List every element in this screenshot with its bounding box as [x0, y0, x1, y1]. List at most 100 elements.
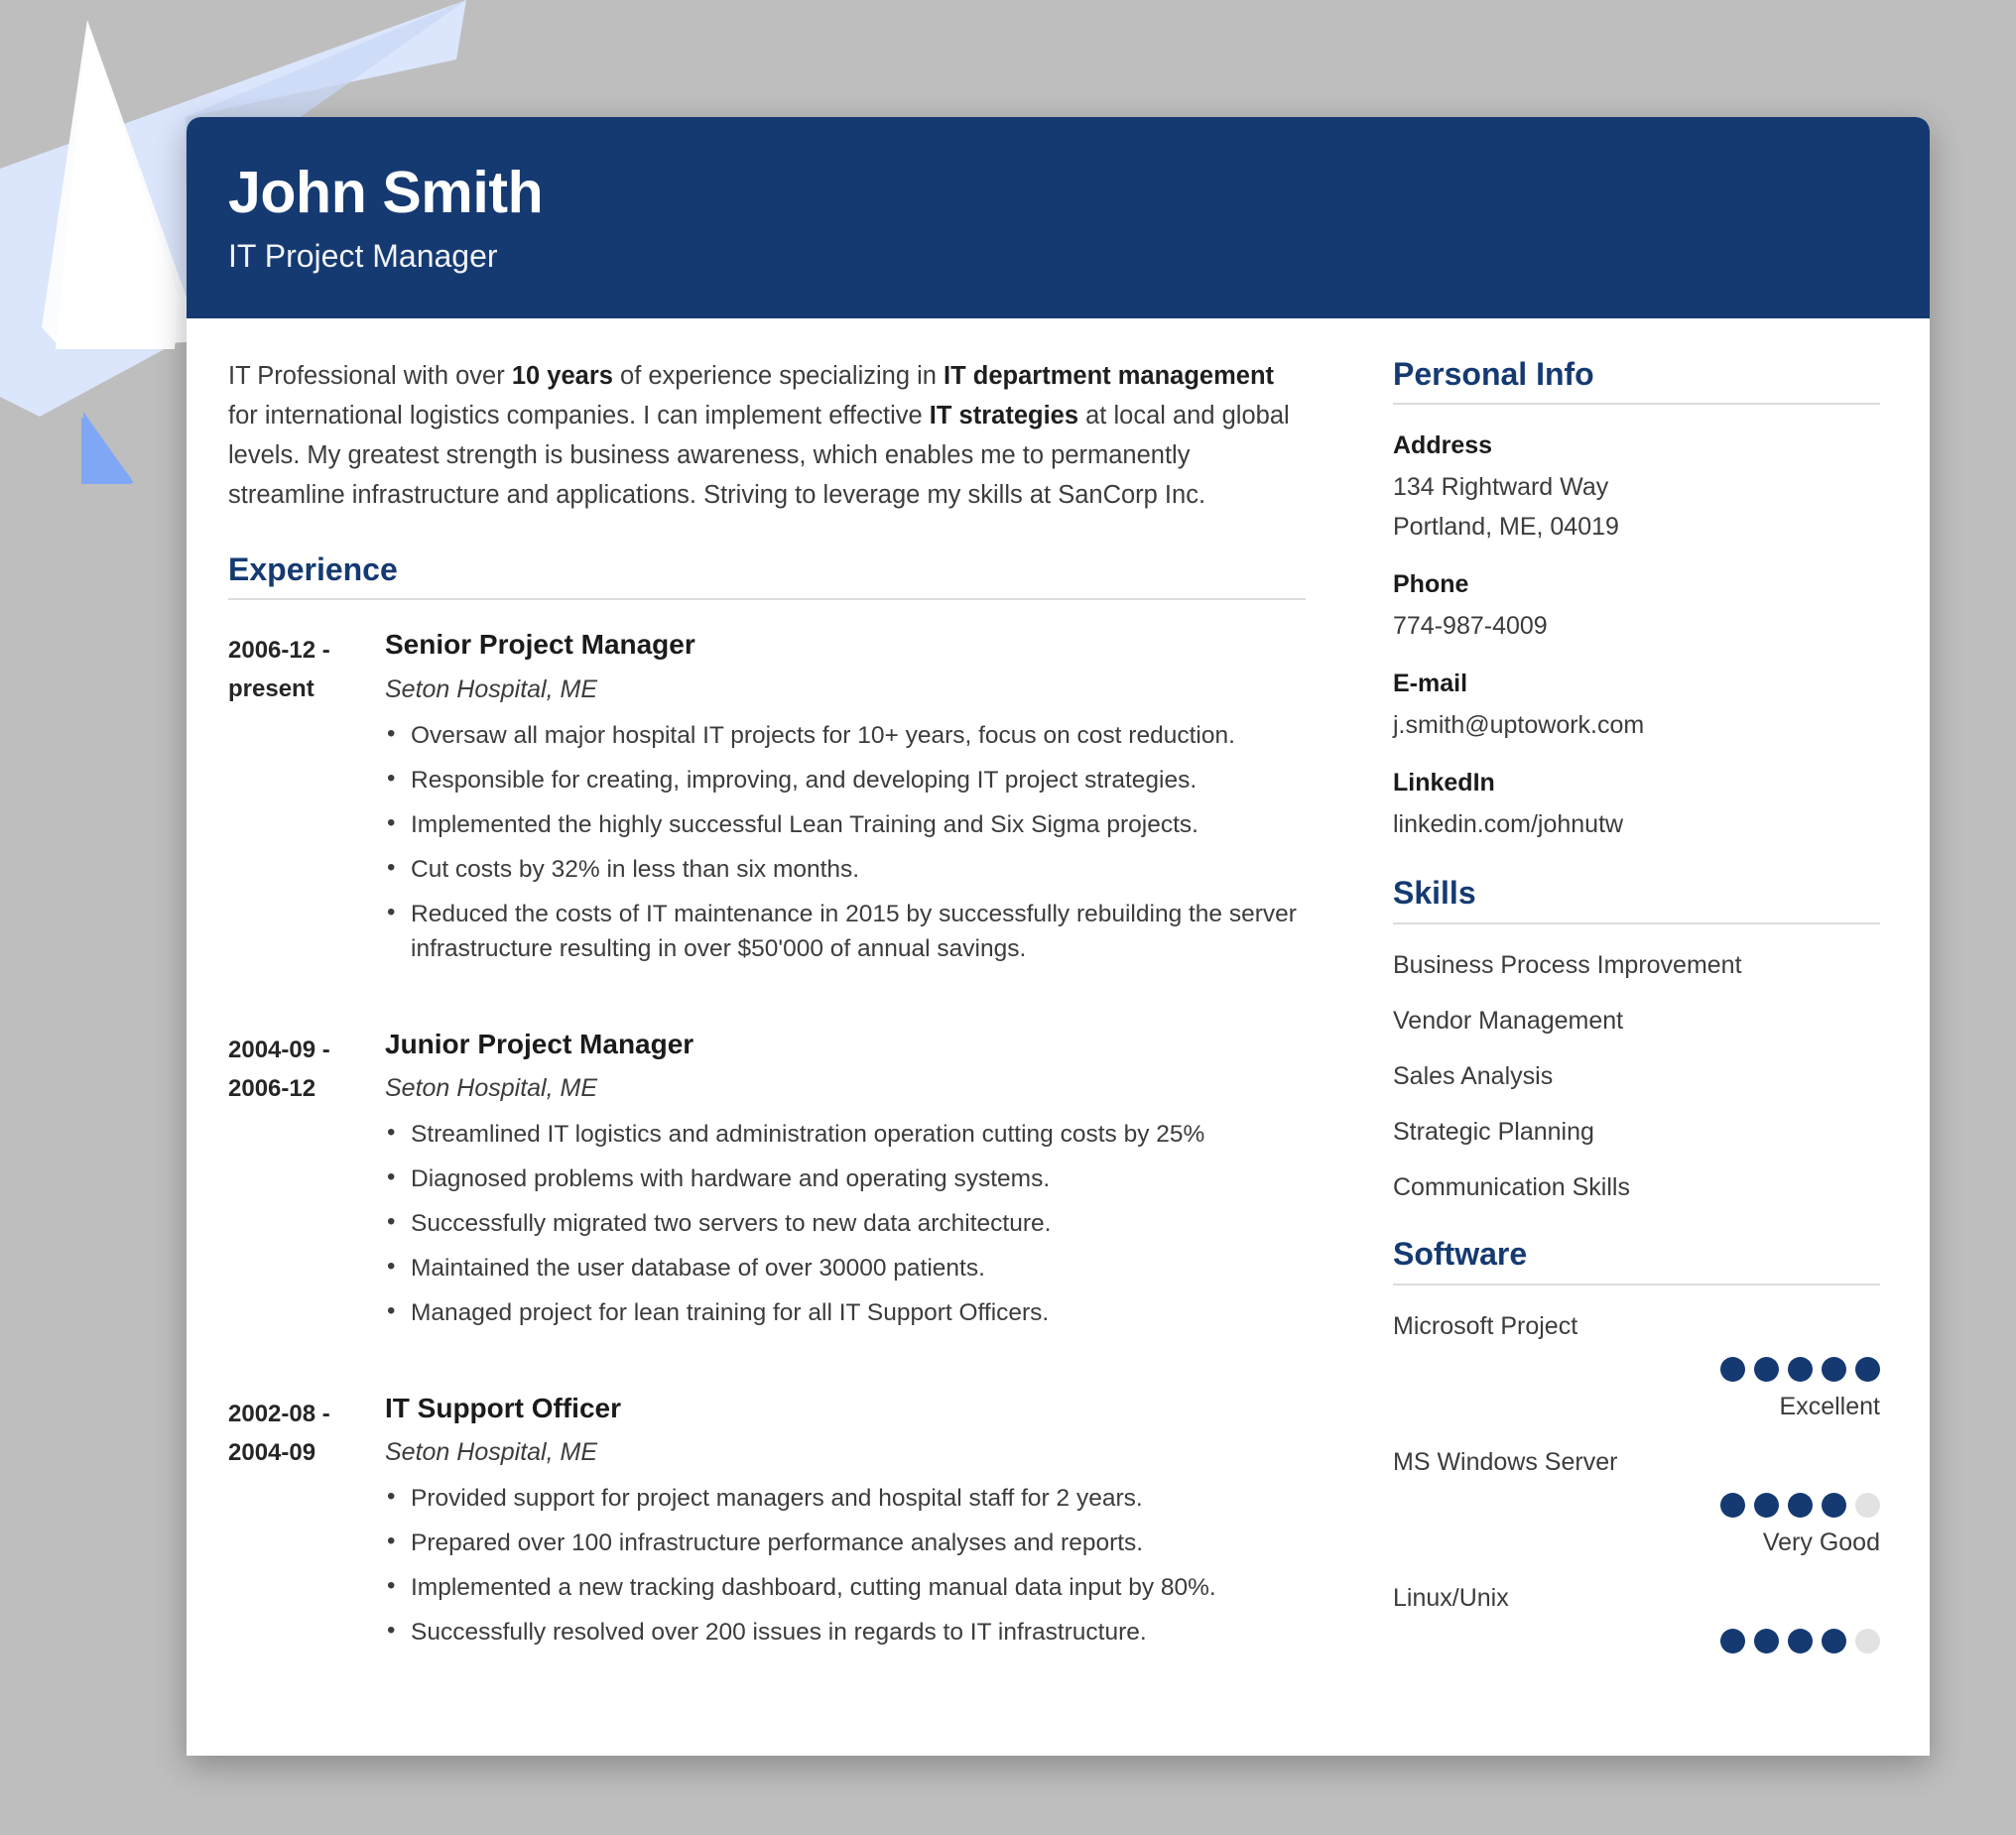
experience-bullet-list: Oversaw all major hospital IT projects f…	[385, 716, 1306, 966]
personal-info-value: 134 Rightward Way	[1393, 473, 1609, 502]
experience-bullet: Responsible for creating, improving, and…	[385, 762, 1306, 797]
rating-dot-filled-icon	[1754, 1492, 1779, 1518]
decor-white-shape-2	[56, 22, 179, 349]
experience-role: IT Support Officer	[385, 1392, 621, 1423]
rating-dot-filled-icon	[1822, 1356, 1846, 1382]
experience-bullet: Reduced the costs of IT maintenance in 2…	[385, 896, 1306, 966]
main-column: IT Professional with over 10 years of ex…	[187, 356, 1347, 1661]
experience-details: IT Support Officer Seton Hospital, ME Prov…	[385, 1392, 1306, 1650]
experience-bullet: Implemented a new tracking dashboard, cu…	[385, 1569, 1306, 1605]
software-list: Microsoft Project Excellent MS Windows Ser…	[1393, 1311, 1880, 1653]
experience-entry: 2004-09 - 2006-12 Junior Project Manager Se…	[228, 1028, 1306, 1330]
software-item: MS Windows Server Very Good	[1393, 1447, 1880, 1557]
experience-bullet: Diagnosed problems with hardware and ope…	[385, 1161, 1306, 1196]
experience-bullet-list: Provided support for project managers an…	[385, 1480, 1306, 1650]
experience-bullet: Successfully migrated two servers to new…	[385, 1205, 1306, 1241]
rating-dot-filled-icon	[1788, 1492, 1813, 1518]
experience-date-to: 2004-09	[228, 1438, 316, 1466]
experience-dates: 2006-12 - present	[228, 628, 385, 965]
experience-dates: 2004-09 - 2006-12	[228, 1028, 385, 1330]
experience-date-from: 2004-09 -	[228, 1036, 330, 1063]
experience-company: Seton Hospital, ME	[385, 674, 597, 703]
personal-info-label: Address	[1393, 431, 1493, 460]
resume-body: IT Professional with over 10 years of ex…	[187, 318, 1930, 1661]
software-heading: Software	[1393, 1236, 1528, 1273]
software-name: Linux/Unix	[1393, 1583, 1509, 1612]
software-name: MS Windows Server	[1393, 1447, 1618, 1476]
personal-info-label: E-mail	[1393, 670, 1468, 698]
experience-entry: 2006-12 - present Senior Project Manager Se…	[228, 628, 1306, 965]
experience-bullet-list: Streamlined IT logistics and administrat…	[385, 1116, 1306, 1330]
skill-item: Strategic Planning	[1393, 1118, 1594, 1147]
skill-item: Sales Analysis	[1393, 1062, 1554, 1091]
skills-list: Business Process Improvement Vendor Manag…	[1393, 950, 1880, 1202]
software-item: Microsoft Project Excellent	[1393, 1311, 1880, 1421]
software-rule	[1393, 1283, 1880, 1285]
experience-bullet: Successfully resolved over 200 issues in…	[385, 1614, 1306, 1650]
experience-date-from: 2002-08 -	[228, 1400, 330, 1427]
rating-dot-filled-icon	[1754, 1628, 1779, 1653]
experience-company: Seton Hospital, ME	[385, 1437, 597, 1466]
personal-info-label: LinkedIn	[1393, 769, 1495, 797]
experience-bullet: Streamlined IT logistics and administrat…	[385, 1116, 1306, 1152]
experience-role: Senior Project Manager	[385, 629, 695, 661]
skill-item: Communication Skills	[1393, 1173, 1630, 1202]
summary-text-run: IT Professional with over	[228, 361, 512, 390]
summary-emphasis: 10 years	[511, 361, 613, 390]
personal-info-list: Address 134 Rightward Way Portland, ME, 04…	[1393, 430, 1880, 841]
software-level-label: Very Good	[1762, 1528, 1880, 1556]
software-item: Linux/Unix	[1393, 1583, 1880, 1653]
software-block: Software Microsoft Project Excellent MS Wi…	[1393, 1236, 1880, 1653]
experience-company: Seton Hospital, ME	[385, 1073, 597, 1102]
software-level-label: Excellent	[1779, 1392, 1880, 1420]
personal-info-value: 774-987-4009	[1393, 612, 1548, 641]
personal-info-rule	[1393, 403, 1880, 406]
resume-card: John Smith IT Project Manager IT Profess…	[187, 117, 1930, 1756]
rating-dot-filled-icon	[1788, 1628, 1813, 1653]
personal-info-block: Personal Info Address 134 Rightward Way Po…	[1393, 356, 1880, 842]
experience-entry: 2002-08 - 2004-09 IT Support Officer Seton …	[228, 1392, 1306, 1650]
experience-bullet: Implemented the highly successful Lean T…	[385, 806, 1306, 842]
experience-bullet: Maintained the user database of over 300…	[385, 1250, 1306, 1285]
experience-bullet: Provided support for project managers an…	[385, 1480, 1306, 1516]
decor-white-shape	[42, 20, 187, 347]
experience-rule	[228, 598, 1306, 601]
summary-emphasis: IT strategies	[929, 401, 1079, 429]
rating-dot-filled-icon	[1855, 1356, 1880, 1382]
personal-info-value: j.smith@uptowork.com	[1393, 711, 1645, 740]
personal-info-heading: Personal Info	[1393, 355, 1594, 392]
personal-info-value: linkedin.com/johnutw	[1393, 810, 1624, 839]
personal-info-value: Portland, ME, 04019	[1393, 513, 1619, 542]
rating-dot-filled-icon	[1822, 1628, 1846, 1653]
experience-details: Senior Project Manager Seton Hospital, ME…	[385, 628, 1306, 965]
rating-dot-filled-icon	[1720, 1492, 1745, 1518]
sidebar-column: Personal Info Address 134 Rightward Way Po…	[1347, 356, 1930, 1661]
rating-dot-filled-icon	[1822, 1492, 1846, 1518]
page-title: John Smith	[228, 160, 544, 225]
summary-emphasis: IT department management	[944, 361, 1275, 390]
experience-list: 2006-12 - present Senior Project Manager Se…	[228, 628, 1306, 1650]
experience-date-from: 2006-12 -	[228, 637, 330, 665]
decor-blue-triangle-main	[83, 412, 134, 483]
decor-blue-triangle	[81, 417, 131, 484]
experience-bullet: Oversaw all major hospital IT projects f…	[385, 716, 1306, 753]
software-rating-dots	[1393, 1356, 1880, 1382]
software-rating-dots	[1393, 1492, 1880, 1518]
summary-text-run: for international logistics companies. I…	[228, 401, 930, 429]
experience-bullet: Cut costs by 32% in less than six months…	[385, 851, 1306, 887]
personal-info-label: Phone	[1393, 570, 1469, 599]
professional-summary: IT Professional with over 10 years of ex…	[228, 356, 1306, 516]
job-title-subtitle: IT Project Manager	[228, 238, 498, 275]
skill-item: Business Process Improvement	[1393, 951, 1742, 980]
rating-dot-filled-icon	[1788, 1356, 1813, 1382]
rating-dot-filled-icon	[1720, 1628, 1745, 1653]
rating-dot-filled-icon	[1720, 1356, 1745, 1382]
experience-role: Junior Project Manager	[385, 1028, 694, 1059]
experience-dates: 2002-08 - 2004-09	[228, 1392, 385, 1650]
summary-text-run: of experience specializing in	[612, 361, 945, 390]
experience-heading: Experience	[228, 550, 398, 587]
experience-date-to: 2006-12	[228, 1074, 316, 1102]
skill-item: Vendor Management	[1393, 1007, 1624, 1036]
rating-dot-filled-icon	[1754, 1356, 1779, 1382]
rating-dot-empty-icon	[1855, 1492, 1880, 1518]
